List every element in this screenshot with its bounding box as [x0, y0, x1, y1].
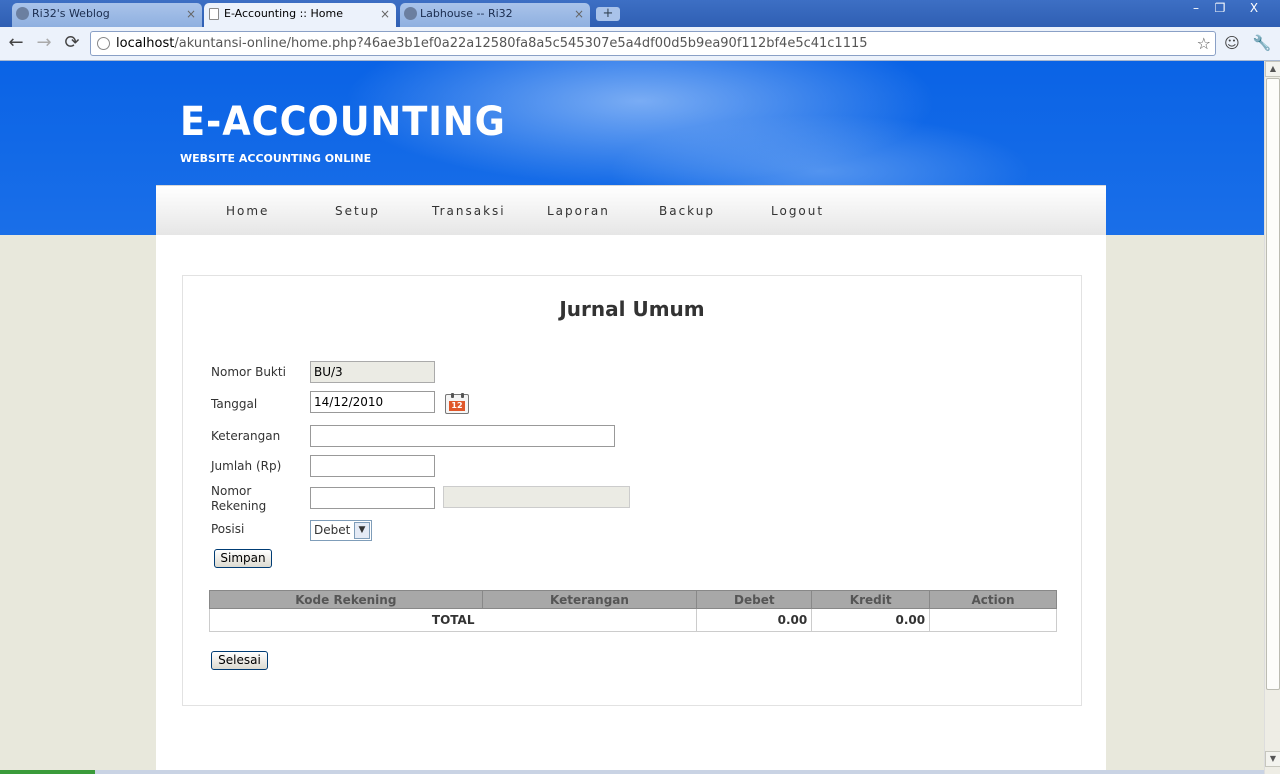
taskbar-strip — [0, 770, 1264, 774]
calendar-icon[interactable]: 12 — [445, 393, 469, 414]
scroll-up-icon[interactable]: ▲ — [1265, 61, 1280, 77]
tab-ri32-weblog[interactable]: Ri32's Weblog × — [12, 3, 202, 27]
tab-label: E-Accounting :: Home — [224, 7, 343, 20]
header-keterangan: Keterangan — [481, 590, 698, 609]
tanggal-field[interactable]: 14/12/2010 — [310, 391, 435, 413]
address-host: localhost — [116, 36, 175, 51]
page-icon — [209, 8, 219, 20]
label-nomor: Nomor — [211, 484, 252, 498]
restore-button[interactable]: ❐ — [1206, 0, 1234, 18]
posisi-select[interactable]: Debet ▼ — [310, 520, 372, 541]
wrench-icon[interactable]: 🔧 — [1252, 34, 1272, 54]
jurnal-table: Kode Rekening Keterangan Debet Kredit Ac… — [208, 590, 1057, 632]
menu-logout[interactable]: Logout — [771, 204, 824, 218]
simpan-button[interactable]: Simpan — [214, 549, 272, 568]
header-debet: Debet — [696, 590, 813, 609]
nama-rekening-field — [443, 486, 630, 508]
star-icon[interactable]: ☆ — [1197, 32, 1211, 55]
main-menu: Home Setup Transaksi Laporan Backup Logo… — [156, 185, 1106, 235]
wordpress-icon — [16, 7, 29, 20]
posisi-value: Debet — [314, 523, 351, 537]
scroll-down-icon[interactable]: ▼ — [1265, 751, 1280, 767]
reload-button[interactable]: ⟳ — [60, 32, 84, 56]
back-button[interactable]: ← — [4, 32, 28, 56]
tab-label: Labhouse -- Ri32 — [420, 7, 513, 20]
scroll-thumb[interactable] — [1266, 78, 1280, 690]
address-bar[interactable]: localhost/akuntansi-online/home.php?46ae… — [90, 31, 1216, 56]
page-menu-icon[interactable]: ☺ — [1222, 34, 1242, 54]
nomor-rekening-field[interactable] — [310, 487, 435, 509]
page-scrollbar[interactable]: ▲ ▼ — [1264, 61, 1280, 774]
label-keterangan: Keterangan — [211, 429, 281, 443]
menu-transaksi[interactable]: Transaksi — [432, 204, 506, 218]
form-title: Jurnal Umum — [559, 297, 705, 321]
browser-tab-bar: Ri32's Weblog × E-Accounting :: Home × L… — [0, 0, 1280, 28]
table-header-row: Kode Rekening Keterangan Debet Kredit Ac… — [209, 590, 1057, 609]
close-icon[interactable]: × — [380, 3, 390, 25]
jurnal-form-panel: Jurnal Umum Nomor Bukti BU/3 Tanggal 14/… — [182, 275, 1082, 706]
content-container: Home Setup Transaksi Laporan Backup Logo… — [156, 185, 1106, 774]
calendar-day: 12 — [449, 401, 465, 411]
header-kredit: Kredit — [811, 590, 931, 609]
close-icon[interactable]: × — [186, 3, 196, 25]
window-close-button[interactable]: X — [1240, 0, 1268, 18]
menu-laporan[interactable]: Laporan — [547, 204, 610, 218]
tab-labhouse[interactable]: Labhouse -- Ri32 × — [400, 3, 590, 27]
browser-toolbar: ← → ⟳ localhost/akuntansi-online/home.ph… — [0, 27, 1280, 61]
label-nomor-bukti: Nomor Bukti — [211, 365, 286, 379]
label-posisi: Posisi — [211, 522, 245, 536]
label-jumlah: Jumlah (Rp) — [211, 459, 282, 473]
tab-label: Ri32's Weblog — [32, 7, 110, 20]
address-path: /akuntansi-online/home.php?46ae3b1ef0a22… — [174, 36, 868, 51]
close-icon[interactable]: × — [574, 3, 584, 25]
keterangan-field[interactable] — [310, 425, 615, 447]
header-kode-rekening: Kode Rekening — [209, 590, 483, 609]
site-subtitle: WEBSITE ACCOUNTING ONLINE — [180, 152, 372, 165]
total-action — [929, 608, 1057, 632]
tab-e-accounting[interactable]: E-Accounting :: Home × — [204, 3, 396, 28]
selesai-button[interactable]: Selesai — [211, 651, 268, 670]
site-title: E-ACCOUNTING — [180, 99, 506, 145]
label-rekening: Rekening — [211, 499, 267, 513]
total-label: TOTAL — [208, 608, 698, 632]
total-debet: 0.00 — [696, 608, 813, 632]
table-total-row: TOTAL 0.00 0.00 — [208, 608, 1057, 632]
label-tanggal: Tanggal — [211, 397, 258, 411]
new-tab-button[interactable]: + — [596, 7, 620, 21]
menu-home[interactable]: Home — [226, 204, 269, 218]
forward-button[interactable]: → — [32, 32, 56, 56]
label-nomor-rekening: Nomor Rekening — [211, 484, 266, 514]
chevron-down-icon: ▼ — [354, 522, 370, 539]
header-action: Action — [929, 590, 1057, 609]
page: E-ACCOUNTING WEBSITE ACCOUNTING ONLINE H… — [0, 61, 1264, 774]
total-kredit: 0.00 — [811, 608, 931, 632]
nomor-bukti-field[interactable]: BU/3 — [310, 361, 435, 383]
menu-backup[interactable]: Backup — [659, 204, 715, 218]
jumlah-field[interactable] — [310, 455, 435, 477]
globe-icon — [97, 37, 110, 50]
menu-setup[interactable]: Setup — [335, 204, 380, 218]
user-icon — [404, 7, 417, 20]
